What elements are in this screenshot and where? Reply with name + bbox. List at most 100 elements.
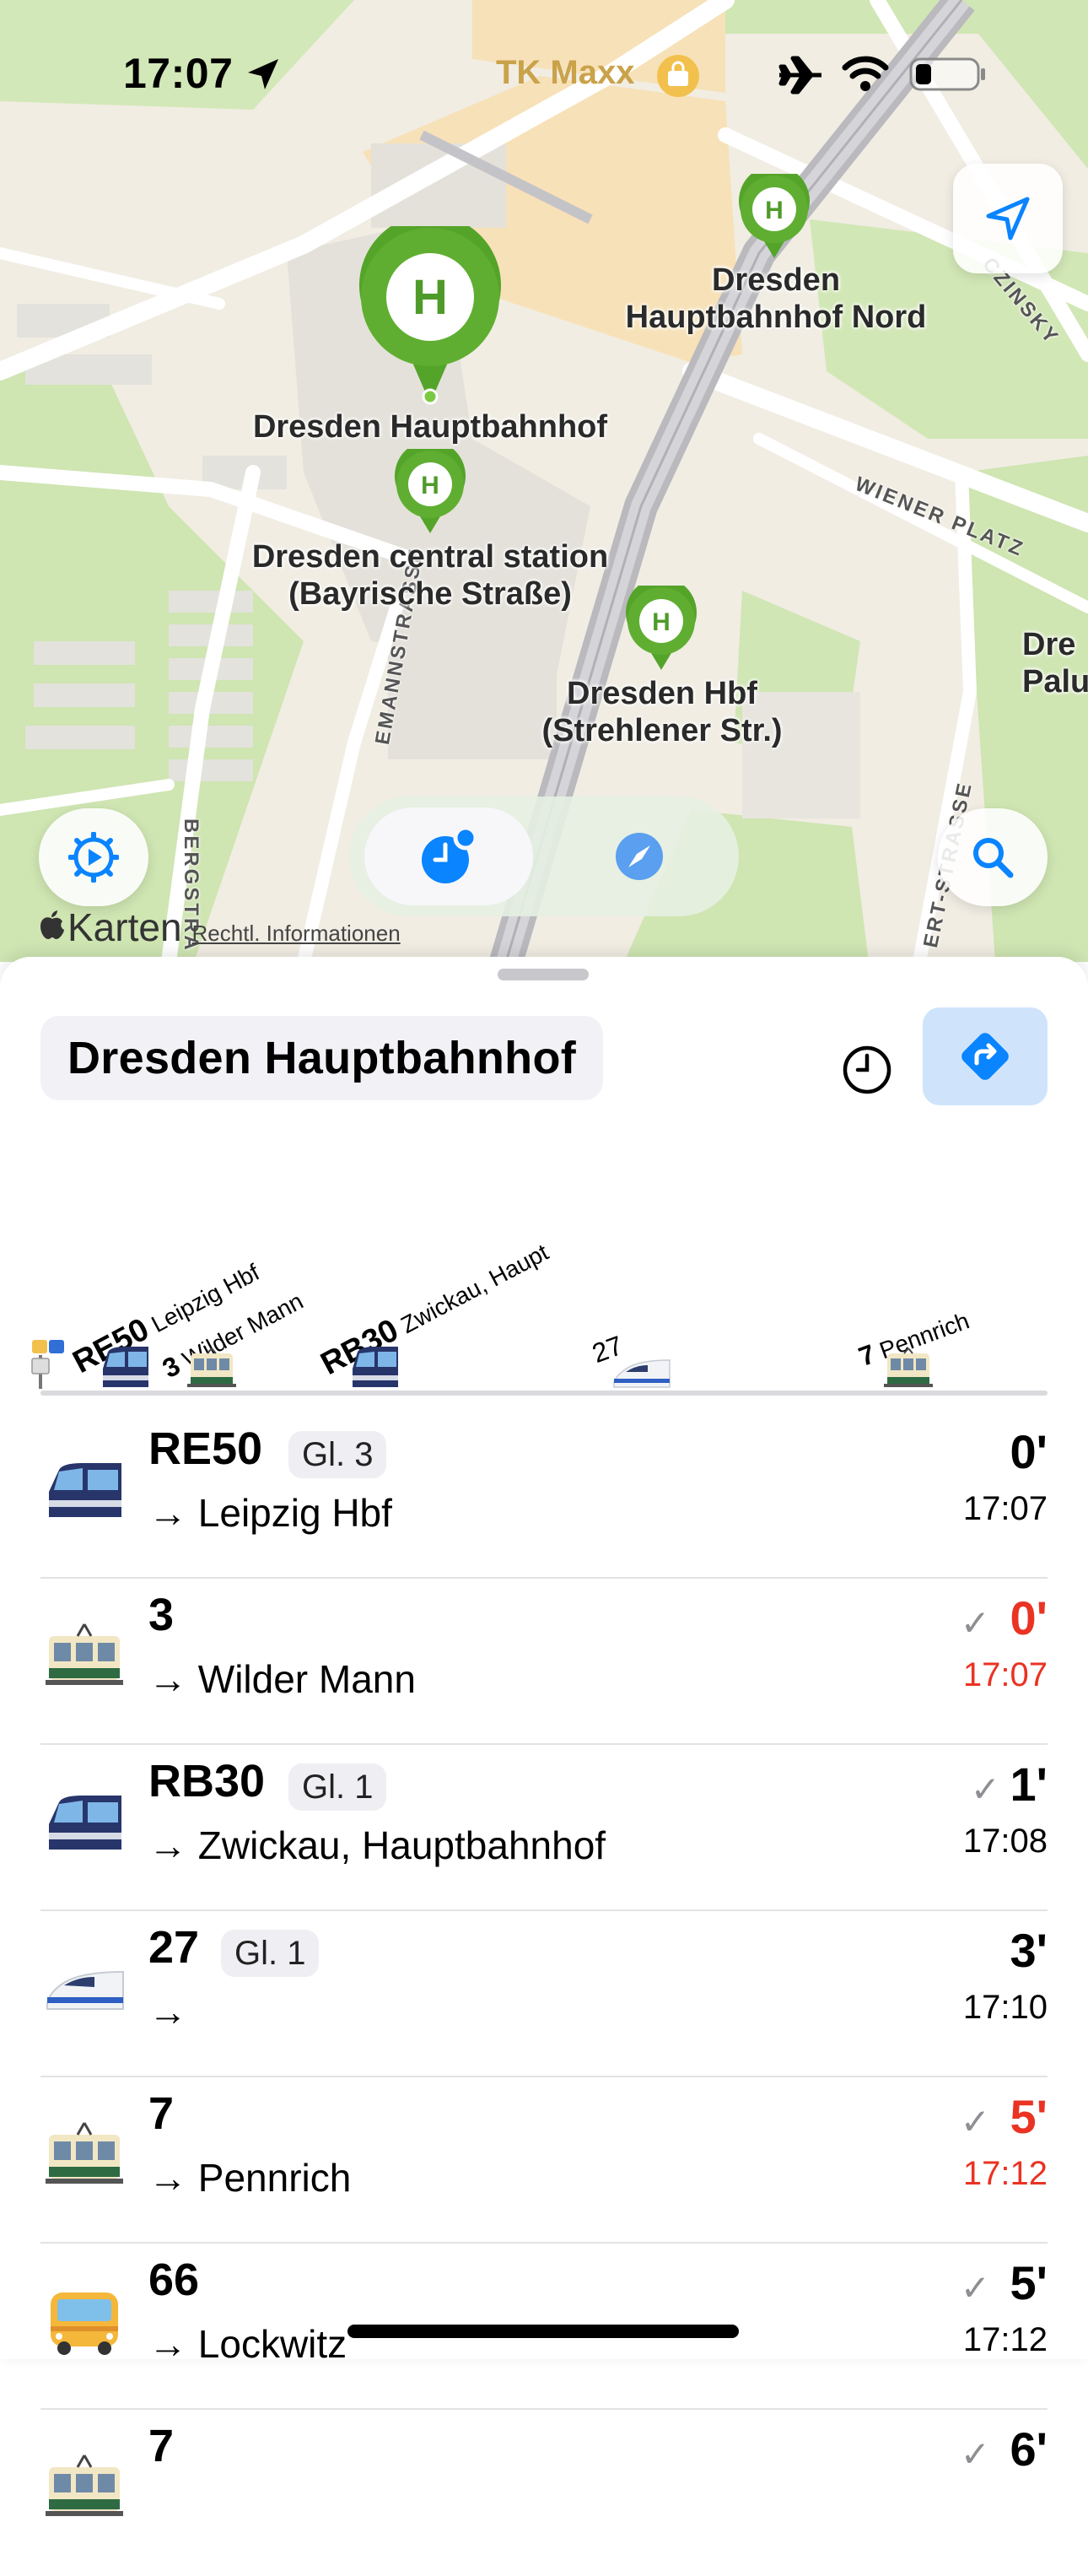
directions-icon	[961, 1033, 1009, 1080]
map-view[interactable]: WIENER PLATZ CZINSKY BERGSTRA EMANNSTRAS…	[0, 0, 1088, 962]
station-title: Dresden Hauptbahnhof	[67, 1033, 577, 1083]
departure-time: 17:12	[962, 2321, 1048, 2358]
line-number: 27	[148, 1922, 200, 1973]
location-arrow-icon	[986, 197, 1030, 240]
station-label-line2: Hauptbahnhof Nord	[625, 300, 927, 335]
station-label-line1: Dresden	[711, 262, 841, 298]
line-number: RE50	[148, 1423, 263, 1474]
tab-departures[interactable]	[364, 807, 533, 905]
station-pin-bayrische[interactable]: H	[393, 440, 467, 541]
high-speed-train-icon	[613, 1359, 671, 1388]
clock-badge-icon	[422, 826, 478, 883]
settings-button[interactable]	[39, 808, 148, 906]
partial-label-line1: Dre	[1022, 627, 1076, 662]
shopping-bag-icon	[657, 55, 699, 97]
destination: →	[148, 1990, 187, 2033]
locate-me-button[interactable]	[953, 164, 1063, 273]
home-indicator[interactable]	[347, 2325, 739, 2338]
line-number: 7	[148, 2088, 175, 2139]
checkmark-icon: ✓	[960, 1603, 990, 1643]
sheet-grabber[interactable]	[498, 969, 589, 980]
station-label-hbf[interactable]: Dresden Hauptbahnhof	[228, 408, 633, 446]
station-label-bayrische[interactable]: Dresden central station (Bayrische Straß…	[211, 538, 649, 613]
legal-link[interactable]: Rechtl. Informationen	[192, 921, 401, 947]
pin-letter: H	[765, 197, 784, 224]
timeline-track	[40, 1391, 1048, 1396]
regional-train-icon	[103, 1347, 148, 1387]
status-time: 17:07	[123, 50, 234, 97]
departure-time: 17:12	[962, 2155, 1048, 2192]
search-button[interactable]	[938, 808, 1048, 906]
departure-timeline: RE50 Leipzig Hbf 3 Wilder Mann RB30 Zwic…	[0, 1117, 1088, 1412]
station-label-hbf-nord[interactable]: Dresden Hauptbahnhof Nord	[590, 262, 961, 336]
timeline-line: 7	[854, 1338, 880, 1373]
departure-time: 17:10	[962, 1989, 1048, 2026]
station-label-line1: Dresden Hbf	[567, 676, 757, 711]
minutes-until: 3'	[1010, 1924, 1048, 1977]
minutes-until: 5'	[1010, 2090, 1048, 2143]
minutes-until: 0'	[1010, 1591, 1048, 1644]
timeline-dest: Zwickau, Haupt	[396, 1239, 553, 1339]
departure-row[interactable]: RE50 Gl. 3 → Leipzig Hbf 0' 17:07	[0, 1412, 1088, 1579]
line-number: RB30	[148, 1756, 266, 1806]
tram-icon	[46, 2454, 123, 2516]
tram-icon	[46, 2122, 123, 2184]
station-title-pill[interactable]: Dresden Hauptbahnhof	[40, 1016, 604, 1100]
destination: → Leipzig Hbf	[148, 1491, 392, 1535]
departures-sheet[interactable]: Dresden Hauptbahnhof RE50 Leipzig Hbf 3 …	[0, 957, 1088, 2516]
departure-row[interactable]: RB30 Gl. 1 → Zwickau, Hauptbahnhof ✓ 1' …	[0, 1745, 1088, 1911]
high-speed-train-icon	[46, 1970, 124, 2010]
departure-row[interactable]: 7 ✓ 6'	[0, 2410, 1088, 2576]
pin-letter: H	[421, 472, 439, 500]
minutes-until: 5'	[1010, 2256, 1048, 2309]
tram-icon	[46, 1623, 123, 1685]
destination: → Wilder Mann	[148, 1657, 416, 1701]
station-label-line2: (Bayrische Straße)	[288, 576, 572, 612]
checkmark-icon: ✓	[960, 2102, 990, 2141]
search-icon	[973, 838, 1014, 878]
destination: → Zwickau, Hauptbahnhof	[148, 1823, 606, 1867]
pin-letter: H	[412, 270, 448, 325]
gear-icon	[68, 832, 119, 883]
maps-brand-label: Karten	[67, 905, 182, 949]
station-label-line2: (Strehlener Str.)	[541, 713, 783, 748]
destination: → Lockwitz	[148, 2322, 347, 2366]
directions-button[interactable]	[923, 1007, 1048, 1105]
station-pin-hbf-nord[interactable]: H	[737, 165, 811, 266]
station-label-strehlener[interactable]: Dresden Hbf (Strehlener Str.)	[498, 675, 827, 749]
destination: → Pennrich	[148, 2156, 352, 2200]
bus-stop-sign-icon	[31, 1340, 64, 1389]
tram-icon	[884, 1347, 933, 1387]
regional-train-icon	[49, 1796, 121, 1850]
partial-label-right: Dre Palu	[1022, 626, 1088, 700]
regional-train-icon	[49, 1463, 121, 1517]
tab-nearby[interactable]	[555, 807, 724, 905]
departure-time: 17:07	[962, 1656, 1048, 1693]
bus-icon	[51, 2292, 118, 2355]
tram-icon	[187, 1347, 236, 1387]
location-arrow-icon	[248, 59, 278, 89]
time-picker-button[interactable]	[827, 1029, 908, 1110]
minutes-until: 0'	[1010, 1425, 1048, 1478]
line-number: 66	[148, 2255, 200, 2305]
apple-logo-icon	[40, 910, 64, 939]
station-pin-hbf[interactable]: H	[358, 214, 503, 411]
departure-row[interactable]: 7 → Pennrich ✓ 5' 17:12	[0, 2077, 1088, 2244]
checkmark-icon: ✓	[960, 2434, 990, 2474]
status-bar: 17:07 TK Maxx	[0, 0, 1088, 143]
wifi-icon	[842, 56, 889, 91]
compass-icon	[616, 833, 663, 880]
departure-row[interactable]: 3 → Wilder Mann ✓ 0' 17:07	[0, 1579, 1088, 1745]
minutes-until: 6'	[1010, 2422, 1048, 2476]
clock-icon	[843, 1045, 891, 1094]
platform-badge: Gl. 1	[221, 1930, 320, 1977]
minutes-until: 1'	[1010, 1758, 1048, 1811]
mode-segmented-control[interactable]	[349, 797, 739, 916]
battery-icon	[909, 57, 985, 91]
line-number: 7	[148, 2421, 175, 2471]
departure-time: 17:08	[962, 1823, 1048, 1860]
regional-train-icon	[353, 1347, 398, 1387]
station-label-line1: Dresden central station	[251, 539, 609, 575]
platform-badge: Gl. 3	[288, 1431, 387, 1478]
departure-row[interactable]: 27 Gl. 1 → 3' 17:10	[0, 1911, 1088, 2077]
